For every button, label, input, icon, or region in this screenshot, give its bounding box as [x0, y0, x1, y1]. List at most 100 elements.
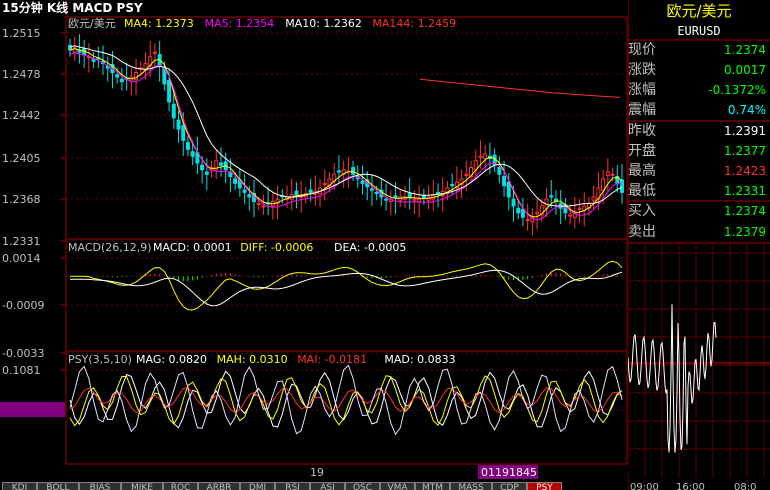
tab-boll[interactable]: BOLL [37, 482, 79, 490]
candle-body [601, 178, 606, 191]
tab-mass[interactable]: MASS [450, 482, 492, 490]
legend-main-legends-1: MA5: 1.2354 [205, 17, 275, 30]
candle-body [568, 214, 573, 217]
main-candles [68, 34, 624, 236]
quote-row: 最低 1.2331 [628, 181, 770, 202]
y-tick-main-yticks-1: 1.2478 [2, 68, 41, 81]
quote-row-label: 涨跌 [628, 62, 656, 78]
mini-price-line [628, 304, 717, 453]
candle-body [577, 207, 582, 210]
legend-macd-legends-0: MACD: 0.0001 [153, 241, 232, 254]
x-cursor-label: 01191845 [481, 466, 537, 479]
legend-psy-legends-2: MAI: -0.0181 [297, 353, 367, 366]
main-ma-lines [69, 45, 623, 221]
candle-body [417, 198, 422, 202]
candle-body [506, 181, 511, 198]
tab-vma[interactable]: VMA [380, 482, 415, 490]
y-tick-main-yticks-5: 1.2331 [2, 235, 41, 248]
quote-row-value: 1.2374 [724, 43, 766, 57]
candle-body [181, 125, 186, 141]
tab-asi[interactable]: ASI [310, 482, 345, 490]
legend-psy-legends-0: MAG: 0.0820 [136, 353, 207, 366]
quote-row: 卖出 1.2379 [628, 222, 770, 243]
macd-y-ticks: 0.0014 -0.0009 -0.0033 [2, 252, 627, 360]
candle-body [176, 119, 181, 130]
period-title: 15分钟 K线 MACD PSY [2, 0, 143, 15]
quote-row: 开盘 1.2377 [628, 141, 770, 162]
candle-body [535, 212, 540, 215]
tab-psy[interactable]: PSY [527, 482, 562, 490]
quote-row-value: 0.0017 [724, 63, 766, 77]
tab-kdj[interactable]: KDJ [2, 482, 37, 490]
y-tick-main-yticks-3: 1.2405 [2, 152, 41, 165]
quote-row-value: 0.74% [727, 103, 766, 117]
psy-legends: MAG: 0.0820 MAH: 0.0310 MAI: -0.0181 MAD: 0… [136, 353, 456, 366]
candle-body [218, 162, 223, 166]
psy-mai-line [69, 387, 623, 414]
tab-osc[interactable]: OSC [345, 482, 380, 490]
candle-body [450, 183, 455, 187]
y-tick-macd-yticks-2: -0.0033 [2, 347, 44, 360]
psy-lines [69, 364, 623, 436]
y-tick-main-yticks-4: 1.2368 [2, 193, 41, 206]
candle-body [591, 196, 596, 201]
mini-x-label-2: 08:0 [734, 482, 756, 490]
candle-body [369, 188, 374, 191]
x-day-label: 19 [310, 466, 324, 479]
psy-mad-line [69, 364, 623, 436]
candle-body [421, 195, 426, 199]
tab-dmi[interactable]: DMI [240, 482, 275, 490]
candle-body [171, 103, 176, 119]
quote-row: 最高 1.2423 [628, 161, 770, 182]
tab-mike[interactable]: MIKE [121, 482, 163, 490]
tab-bias[interactable]: BIAS [79, 482, 121, 490]
candle-body [436, 191, 440, 195]
ma10-line [69, 45, 623, 207]
candle-body [247, 194, 252, 198]
legend-psy-legends-1: MAH: 0.0310 [217, 353, 288, 366]
candle-body [360, 180, 365, 184]
candle-body [497, 167, 502, 175]
quote-name: 欧元/美元 [666, 2, 732, 20]
tab-arbr[interactable]: ARBR [198, 482, 240, 490]
y-tick-macd-yticks-0: 0.0014 [2, 252, 41, 265]
candle-body [464, 173, 469, 176]
candle-body [384, 198, 389, 201]
quote-row-value: 1.2391 [724, 124, 766, 138]
quote-row-label: 最高 [628, 163, 656, 179]
candle-body [308, 189, 313, 193]
candle-body [200, 164, 205, 171]
candle-body [502, 176, 507, 187]
y-tick-main-yticks-0: 1.2515 [2, 27, 41, 40]
quote-row-value: 1.2423 [724, 164, 766, 178]
macd-legends: MACD: 0.0001 DIFF: -0.0006 DEA: -0.0005 [153, 241, 406, 254]
candle-body [412, 198, 417, 201]
quote-row-value: 1.2374 [724, 204, 766, 218]
quote-row-label: 涨幅 [628, 82, 656, 98]
quote-row-label: 卖出 [628, 224, 656, 240]
main-y-ticks: 1.2515 1.2478 1.2442 1.2405 1.2368 1.2331 [2, 27, 627, 248]
candle-body [322, 182, 327, 185]
candle-body [152, 51, 157, 54]
tab-rsi[interactable]: RSI [275, 482, 310, 490]
tab-mtm[interactable]: MTM [415, 482, 450, 490]
candle-body [374, 191, 379, 195]
quote-row: 涨跌 0.0017 [628, 60, 770, 81]
macd-diff-line [70, 260, 623, 311]
quote-row-label: 开盘 [628, 143, 656, 159]
macd-panel-frame [65, 238, 628, 352]
candle-body [511, 198, 516, 207]
tab-roc[interactable]: ROC [163, 482, 198, 490]
candle-body [549, 195, 554, 198]
quote-row-value: -0.1372% [708, 83, 766, 97]
quote-row-label: 最低 [628, 183, 656, 199]
candle-body [610, 173, 615, 176]
ma144-line [419, 78, 621, 98]
candle-body [478, 155, 483, 158]
quote-row: 现价 1.2374 [628, 40, 770, 61]
candle-body [520, 208, 525, 218]
tab-cdp[interactable]: CDP [492, 482, 527, 490]
mini-x-label-0: 09:00 [630, 482, 659, 490]
quote-row: 昨收 1.2391 [628, 121, 770, 142]
candle-body [242, 189, 247, 193]
